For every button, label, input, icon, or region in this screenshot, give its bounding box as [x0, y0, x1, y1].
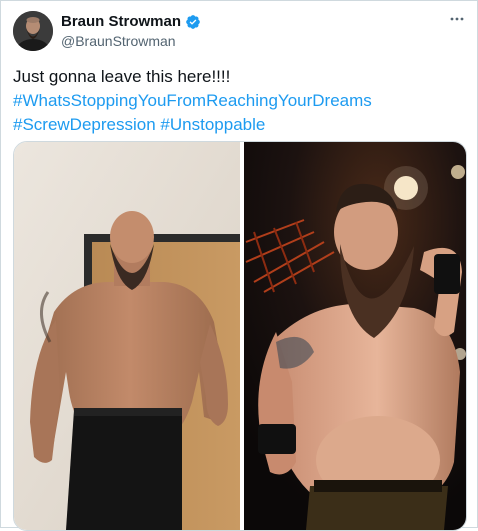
tweet-card[interactable]: Braun Strowman @BraunStrowman Just gonna… [0, 0, 478, 531]
author-handle[interactable]: @BraunStrowman [61, 32, 201, 50]
tweet-body: Just gonna leave this here!!!! [13, 67, 231, 86]
tweet-media[interactable] [13, 141, 467, 531]
display-name[interactable]: Braun Strowman [61, 12, 181, 32]
hashtag-link[interactable]: #WhatsStoppingYouFromReachingYourDreams [13, 89, 463, 113]
avatar[interactable] [13, 11, 53, 51]
more-options-icon[interactable] [447, 11, 467, 27]
author-block: Braun Strowman @BraunStrowman [61, 12, 201, 50]
photo-divider [240, 142, 244, 530]
hashtag-link[interactable]: #ScrewDepression [13, 115, 156, 134]
tweet-text: Just gonna leave this here!!!! #WhatsSto… [13, 65, 463, 137]
before-photo [14, 142, 240, 530]
verified-badge-icon [185, 14, 201, 30]
author-name-row: Braun Strowman [61, 12, 201, 32]
profile-photo [13, 11, 53, 51]
hashtag-link[interactable]: #Unstoppable [160, 115, 265, 134]
after-photo [244, 142, 466, 530]
